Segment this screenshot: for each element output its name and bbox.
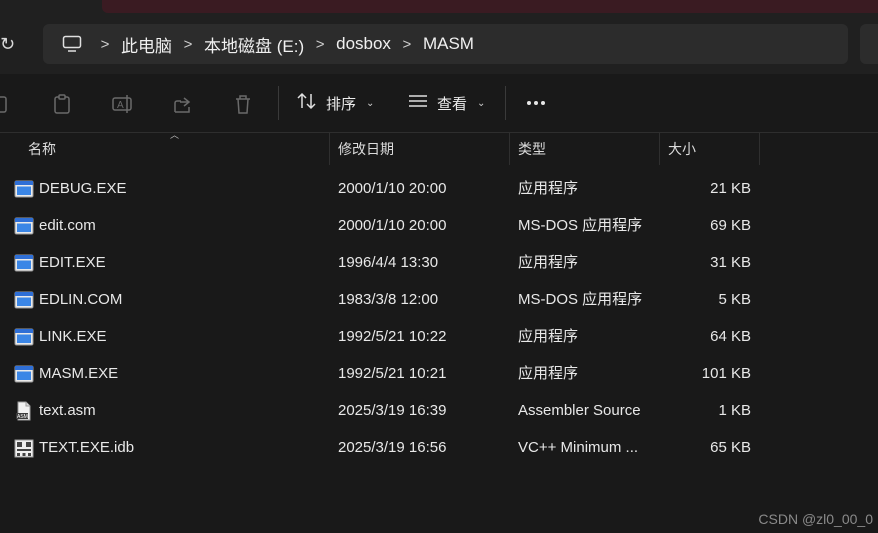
- exe-icon: [14, 253, 34, 273]
- file-size: 101 KB: [701, 365, 751, 382]
- chevron-right-icon[interactable]: >: [89, 36, 121, 53]
- file-name: DEBUG.EXE: [39, 180, 127, 197]
- command-bar: A 排序 ⌄ 查看 ⌄: [0, 74, 878, 133]
- file-size: 31 KB: [710, 254, 751, 271]
- svg-text:ASM: ASM: [17, 414, 28, 420]
- computer-icon[interactable]: [55, 24, 89, 64]
- delete-icon[interactable]: [231, 92, 255, 116]
- table-row[interactable]: edit.com 2000/1/10 20:00 MS-DOS 应用程序 69 …: [0, 207, 878, 244]
- file-size: 21 KB: [710, 180, 751, 197]
- file-size: 64 KB: [710, 328, 751, 345]
- idb-file-icon: [14, 438, 34, 458]
- file-name: TEXT.EXE.idb: [39, 439, 135, 456]
- file-name: EDIT.EXE: [39, 254, 106, 271]
- table-row[interactable]: MASM.EXE 1992/5/21 10:21 应用程序 101 KB: [0, 355, 878, 392]
- column-header-date[interactable]: 修改日期: [331, 133, 510, 165]
- copy-icon[interactable]: [0, 92, 12, 116]
- file-date: 2025/3/19 16:39: [338, 402, 447, 419]
- table-row[interactable]: DEBUG.EXE 2000/1/10 20:00 应用程序 21 KB: [0, 170, 878, 207]
- file-name: MASM.EXE: [39, 365, 119, 382]
- file-type: VC++ Minimum ...: [518, 439, 639, 456]
- file-name: text.asm: [39, 402, 96, 419]
- column-header-name-label: 名称: [28, 141, 56, 157]
- share-icon[interactable]: [171, 92, 195, 116]
- chevron-right-icon[interactable]: >: [304, 36, 336, 53]
- exe-icon: [14, 179, 34, 199]
- file-type: MS-DOS 应用程序: [518, 291, 643, 308]
- file-explorer-window: ↻ > 此电脑 > 本地磁盘 (E:) > dosbox > MASM A 排序…: [0, 0, 878, 533]
- file-list: DEBUG.EXE 2000/1/10 20:00 应用程序 21 KB edi…: [0, 170, 878, 466]
- view-list-icon: [407, 91, 429, 115]
- file-type: 应用程序: [518, 180, 579, 197]
- rename-icon[interactable]: A: [111, 92, 135, 116]
- file-type: Assembler Source: [518, 402, 641, 419]
- file-date: 1983/3/8 12:00: [338, 291, 439, 308]
- sort-button[interactable]: 排序 ⌄: [296, 88, 374, 118]
- chevron-down-icon: ⌄: [366, 97, 375, 109]
- column-header-size-label: 大小: [668, 141, 696, 157]
- exe-icon: [14, 327, 34, 347]
- svg-text:A: A: [117, 100, 124, 111]
- view-button[interactable]: 查看 ⌄: [407, 88, 485, 118]
- file-size: 1 KB: [718, 402, 751, 419]
- file-name: LINK.EXE: [39, 328, 107, 345]
- file-size: 69 KB: [710, 217, 751, 234]
- sort-icon: [296, 91, 318, 115]
- file-date: 2000/1/10 20:00: [338, 180, 447, 197]
- file-name: edit.com: [39, 217, 96, 234]
- table-row[interactable]: ASM text.asm 2025/3/19 16:39 Assembler S…: [0, 392, 878, 429]
- file-size: 65 KB: [710, 439, 751, 456]
- exe-icon: [14, 290, 34, 310]
- breadcrumb-dosbox[interactable]: dosbox: [336, 34, 391, 54]
- watermark: CSDN @zl0_00_0: [758, 511, 873, 527]
- title-strip: [0, 0, 878, 16]
- chevron-down-icon: ⌄: [477, 97, 486, 109]
- table-row[interactable]: EDLIN.COM 1983/3/8 12:00 MS-DOS 应用程序 5 K…: [0, 281, 878, 318]
- toolbar-divider: [278, 86, 279, 120]
- search-box[interactable]: [860, 24, 878, 64]
- file-type: 应用程序: [518, 328, 579, 345]
- file-name: EDLIN.COM: [39, 291, 123, 308]
- file-size: 5 KB: [718, 291, 751, 308]
- table-row[interactable]: LINK.EXE 1992/5/21 10:22 应用程序 64 KB: [0, 318, 878, 355]
- paste-icon[interactable]: [50, 92, 74, 116]
- sort-label: 排序: [326, 95, 357, 113]
- breadcrumb-local-disk[interactable]: 本地磁盘 (E:): [204, 32, 304, 57]
- breadcrumb-this-pc[interactable]: 此电脑: [121, 32, 172, 57]
- address-bar[interactable]: > 此电脑 > 本地磁盘 (E:) > dosbox > MASM: [43, 24, 848, 64]
- column-header-type[interactable]: 类型: [511, 133, 660, 165]
- file-type: 应用程序: [518, 365, 579, 382]
- view-label: 查看: [437, 95, 468, 113]
- file-type: 应用程序: [518, 254, 579, 271]
- more-options-icon[interactable]: [522, 88, 550, 118]
- chevron-right-icon[interactable]: >: [391, 36, 423, 53]
- file-date: 1992/5/21 10:21: [338, 365, 447, 382]
- refresh-icon[interactable]: ↻: [0, 34, 18, 54]
- file-date: 1992/5/21 10:22: [338, 328, 447, 345]
- address-row: ↻ > 此电脑 > 本地磁盘 (E:) > dosbox > MASM: [0, 16, 878, 74]
- exe-icon: [14, 216, 34, 236]
- chevron-right-icon[interactable]: >: [172, 36, 204, 53]
- file-date: 2025/3/19 16:56: [338, 439, 447, 456]
- column-header-size[interactable]: 大小: [661, 133, 760, 165]
- file-date: 2000/1/10 20:00: [338, 217, 447, 234]
- column-header-type-label: 类型: [518, 141, 546, 157]
- table-row[interactable]: EDIT.EXE 1996/4/4 13:30 应用程序 31 KB: [0, 244, 878, 281]
- toolbar-divider: [505, 86, 506, 120]
- asm-file-icon: ASM: [14, 401, 34, 421]
- breadcrumb-masm[interactable]: MASM: [423, 34, 474, 54]
- file-type: MS-DOS 应用程序: [518, 217, 643, 234]
- file-date: 1996/4/4 13:30: [338, 254, 439, 271]
- table-row[interactable]: TEXT.EXE.idb 2025/3/19 16:56 VC++ Minimu…: [0, 429, 878, 466]
- column-header-date-label: 修改日期: [338, 141, 394, 157]
- window-tab[interactable]: [102, 0, 878, 13]
- column-header-name[interactable]: 名称: [0, 133, 330, 165]
- exe-icon: [14, 364, 34, 384]
